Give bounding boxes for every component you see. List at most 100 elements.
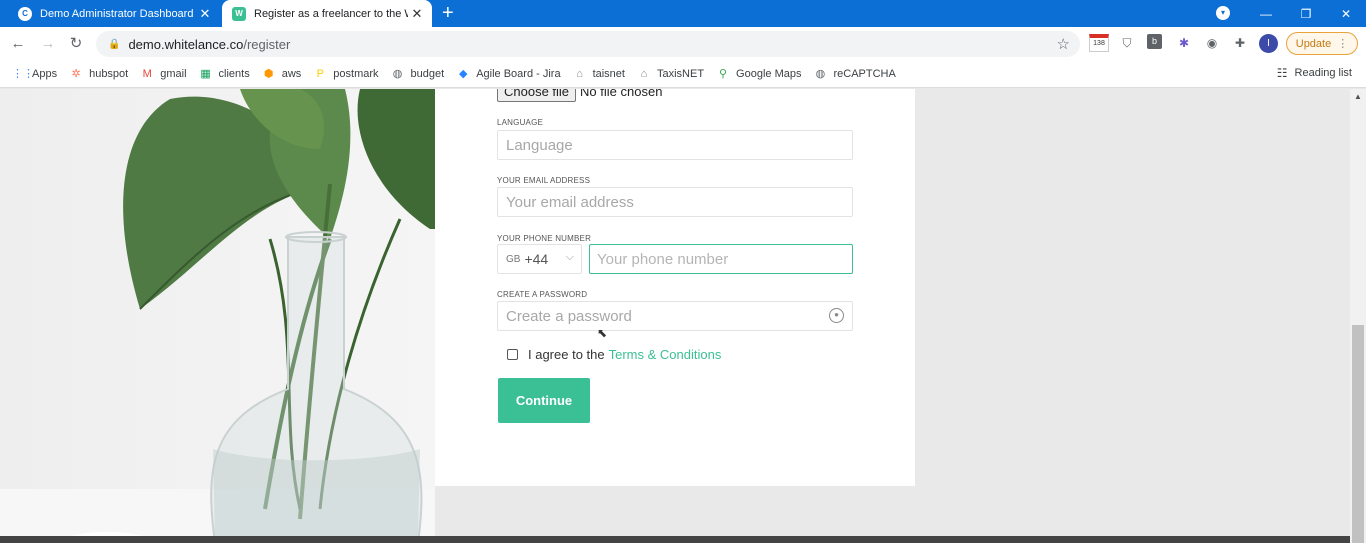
bookmark-label: hubspot xyxy=(89,67,129,80)
password-placeholder: Create a password xyxy=(506,307,632,325)
bookmark-label: clients xyxy=(218,67,250,80)
close-window-button[interactable]: ✕ xyxy=(1326,7,1366,21)
terms-link[interactable]: Terms & Conditions xyxy=(609,347,722,362)
phone-number-input[interactable]: Your phone number xyxy=(589,244,853,274)
password-field[interactable]: Create a password ● xyxy=(497,301,853,331)
phone-label: YOUR PHONE NUMBER xyxy=(497,234,592,243)
browser-tab-strip: C Demo Administrator Dashboard ✕ W Regis… xyxy=(0,0,1366,27)
bookmark-agile-board-jira[interactable]: ◆ Agile Board - Jira xyxy=(456,67,561,81)
language-label: LANGUAGE xyxy=(497,118,544,127)
tab-title: Demo Administrator Dashboard xyxy=(40,7,194,20)
password-visibility-icon[interactable]: ● xyxy=(829,308,844,323)
postmark-icon: P xyxy=(316,67,324,80)
address-bar[interactable]: 🔒 demo.whitelance.co/register ☆ xyxy=(96,31,1080,57)
agree-text: I agree to the xyxy=(528,347,605,362)
bookmark-postmark[interactable]: Ppostmark xyxy=(313,67,379,81)
bookmark-label: gmail xyxy=(160,67,187,80)
gear-extension-icon[interactable]: ✱ xyxy=(1175,34,1193,52)
registration-form-card: Choose file No file chosen LANGUAGE Lang… xyxy=(435,89,915,486)
url-host: demo.whitelance.co xyxy=(128,36,244,52)
globe-icon: ◍ xyxy=(392,67,403,80)
tab-search-icon[interactable]: ▾ xyxy=(1216,6,1230,20)
url-path: /register xyxy=(243,36,291,52)
bookmark-label: taisnet xyxy=(592,67,625,80)
forward-arrow-icon[interactable]: → xyxy=(38,34,58,54)
country-iso: GB xyxy=(506,253,521,265)
reading-list-label: Reading list xyxy=(1294,67,1352,79)
terms-agreement: I agree to the Terms & Conditions xyxy=(507,347,721,362)
apps-grid-icon: ⋮⋮ xyxy=(12,67,34,80)
dashboard-favicon-icon: C xyxy=(18,6,32,21)
file-upload-row: Choose file No file chosen xyxy=(497,89,662,102)
maps-pin-icon: ⚲ xyxy=(719,67,728,80)
language-input[interactable]: Language xyxy=(497,130,853,160)
bookmark-apps[interactable]: ⋮⋮ Apps xyxy=(12,67,57,81)
scroll-up-arrow-icon[interactable]: ▲ xyxy=(1354,92,1362,101)
whitelance-favicon-icon: W xyxy=(232,6,246,21)
profile-avatar[interactable]: I xyxy=(1259,34,1278,53)
building-icon: ⌂ xyxy=(576,67,583,80)
bookmark-label: Apps xyxy=(32,67,58,80)
bookmark-label: Agile Board - Jira xyxy=(476,67,561,80)
calendar-extension-icon[interactable]: 138 xyxy=(1089,34,1109,52)
mouse-cursor-icon: ⬉ xyxy=(597,326,608,340)
bookmark-gmail[interactable]: Mgmail xyxy=(140,67,187,81)
building-icon: ⌂ xyxy=(640,67,648,80)
update-label: Update xyxy=(1295,37,1332,50)
choose-file-button[interactable]: Choose file xyxy=(497,89,577,102)
globe-icon: ◍ xyxy=(815,67,826,80)
password-label: CREATE A PASSWORD xyxy=(497,290,588,299)
bookmark-budget[interactable]: ◍ budget xyxy=(391,67,445,81)
back-arrow-icon[interactable]: ← xyxy=(8,34,28,54)
page-scrollbar[interactable]: ▲ xyxy=(1350,89,1366,543)
browser-toolbar: ← → ↻ 🔒 demo.whitelance.co/register ☆ 13… xyxy=(0,27,1366,60)
close-tab-icon[interactable]: ✕ xyxy=(408,6,426,22)
b-extension-icon[interactable]: b xyxy=(1147,34,1162,49)
email-field[interactable]: Your email address xyxy=(497,187,853,217)
country-dial-code: +44 xyxy=(524,251,549,267)
bookmark-label: budget xyxy=(410,67,445,80)
camera-extension-icon[interactable]: ◉ xyxy=(1203,34,1221,52)
hubspot-icon: ✲ xyxy=(71,67,81,80)
tab-register-freelancer[interactable]: W Register as a freelancer to the W ✕ xyxy=(222,0,432,27)
bookmark-hubspot[interactable]: ✲ hubspot xyxy=(69,67,128,81)
plant-vase-illustration xyxy=(123,89,435,543)
bookmark-label: reCAPTCHA xyxy=(833,67,896,80)
update-button[interactable]: Update ⋮ xyxy=(1286,32,1358,55)
bookmark-clients[interactable]: ▦ clients xyxy=(199,67,250,81)
bookmarks-bar: ⋮⋮ Apps ✲ hubspot Mgmail ▦ clients ⬢ aws Ppostmar… xyxy=(0,60,1366,88)
bookmark-label: postmark xyxy=(333,67,379,80)
phone-country-select[interactable]: GB +44 ⌵ xyxy=(497,244,582,274)
email-label: YOUR EMAIL ADDRESS xyxy=(497,176,591,185)
file-status: No file chosen xyxy=(580,89,663,99)
reading-list-icon: ☷ xyxy=(1276,66,1288,80)
minimize-button[interactable]: — xyxy=(1246,7,1286,21)
bookmark-label: TaxisNET xyxy=(656,67,705,80)
scrollbar-thumb[interactable] xyxy=(1352,325,1364,543)
gmail-icon: M xyxy=(142,67,152,80)
bookmark-label: aws xyxy=(281,67,302,80)
bookmark-aws[interactable]: ⬢ aws xyxy=(262,67,302,81)
terms-checkbox[interactable] xyxy=(507,349,518,360)
reading-list-button[interactable]: ☷ Reading list xyxy=(1277,66,1352,80)
shield-extension-icon[interactable]: ⛉ xyxy=(1118,34,1136,52)
bookmark-taisnet[interactable]: ⌂ taisnet xyxy=(573,67,625,81)
bookmark-star-icon[interactable]: ☆ xyxy=(1057,35,1070,53)
maximize-button[interactable]: ❐ xyxy=(1286,7,1326,21)
footer-strip xyxy=(0,536,1350,543)
bookmark-taxisnet[interactable]: ⌂ TaxisNET xyxy=(637,67,704,81)
close-tab-icon[interactable]: ✕ xyxy=(196,6,214,22)
register-page: Choose file No file chosen LANGUAGE Lang… xyxy=(0,89,1350,543)
new-tab-button[interactable]: + xyxy=(442,2,454,24)
tab-demo-dashboard[interactable]: C Demo Administrator Dashboard ✕ xyxy=(8,0,220,27)
window-controls: — ❐ ✕ xyxy=(1246,0,1366,27)
lock-icon: 🔒 xyxy=(108,38,121,50)
continue-button[interactable]: Continue xyxy=(498,378,590,423)
reload-icon[interactable]: ↻ xyxy=(66,34,86,54)
puzzle-extensions-icon[interactable]: ✚ xyxy=(1231,34,1249,52)
bookmark-recaptcha[interactable]: ◍ reCAPTCHA xyxy=(813,67,896,81)
sheets-icon: ▦ xyxy=(200,67,211,80)
jira-icon: ◆ xyxy=(458,67,468,80)
chevron-down-icon: ⌵ xyxy=(565,251,574,263)
bookmark-google-maps[interactable]: ⚲ Google Maps xyxy=(716,67,801,81)
